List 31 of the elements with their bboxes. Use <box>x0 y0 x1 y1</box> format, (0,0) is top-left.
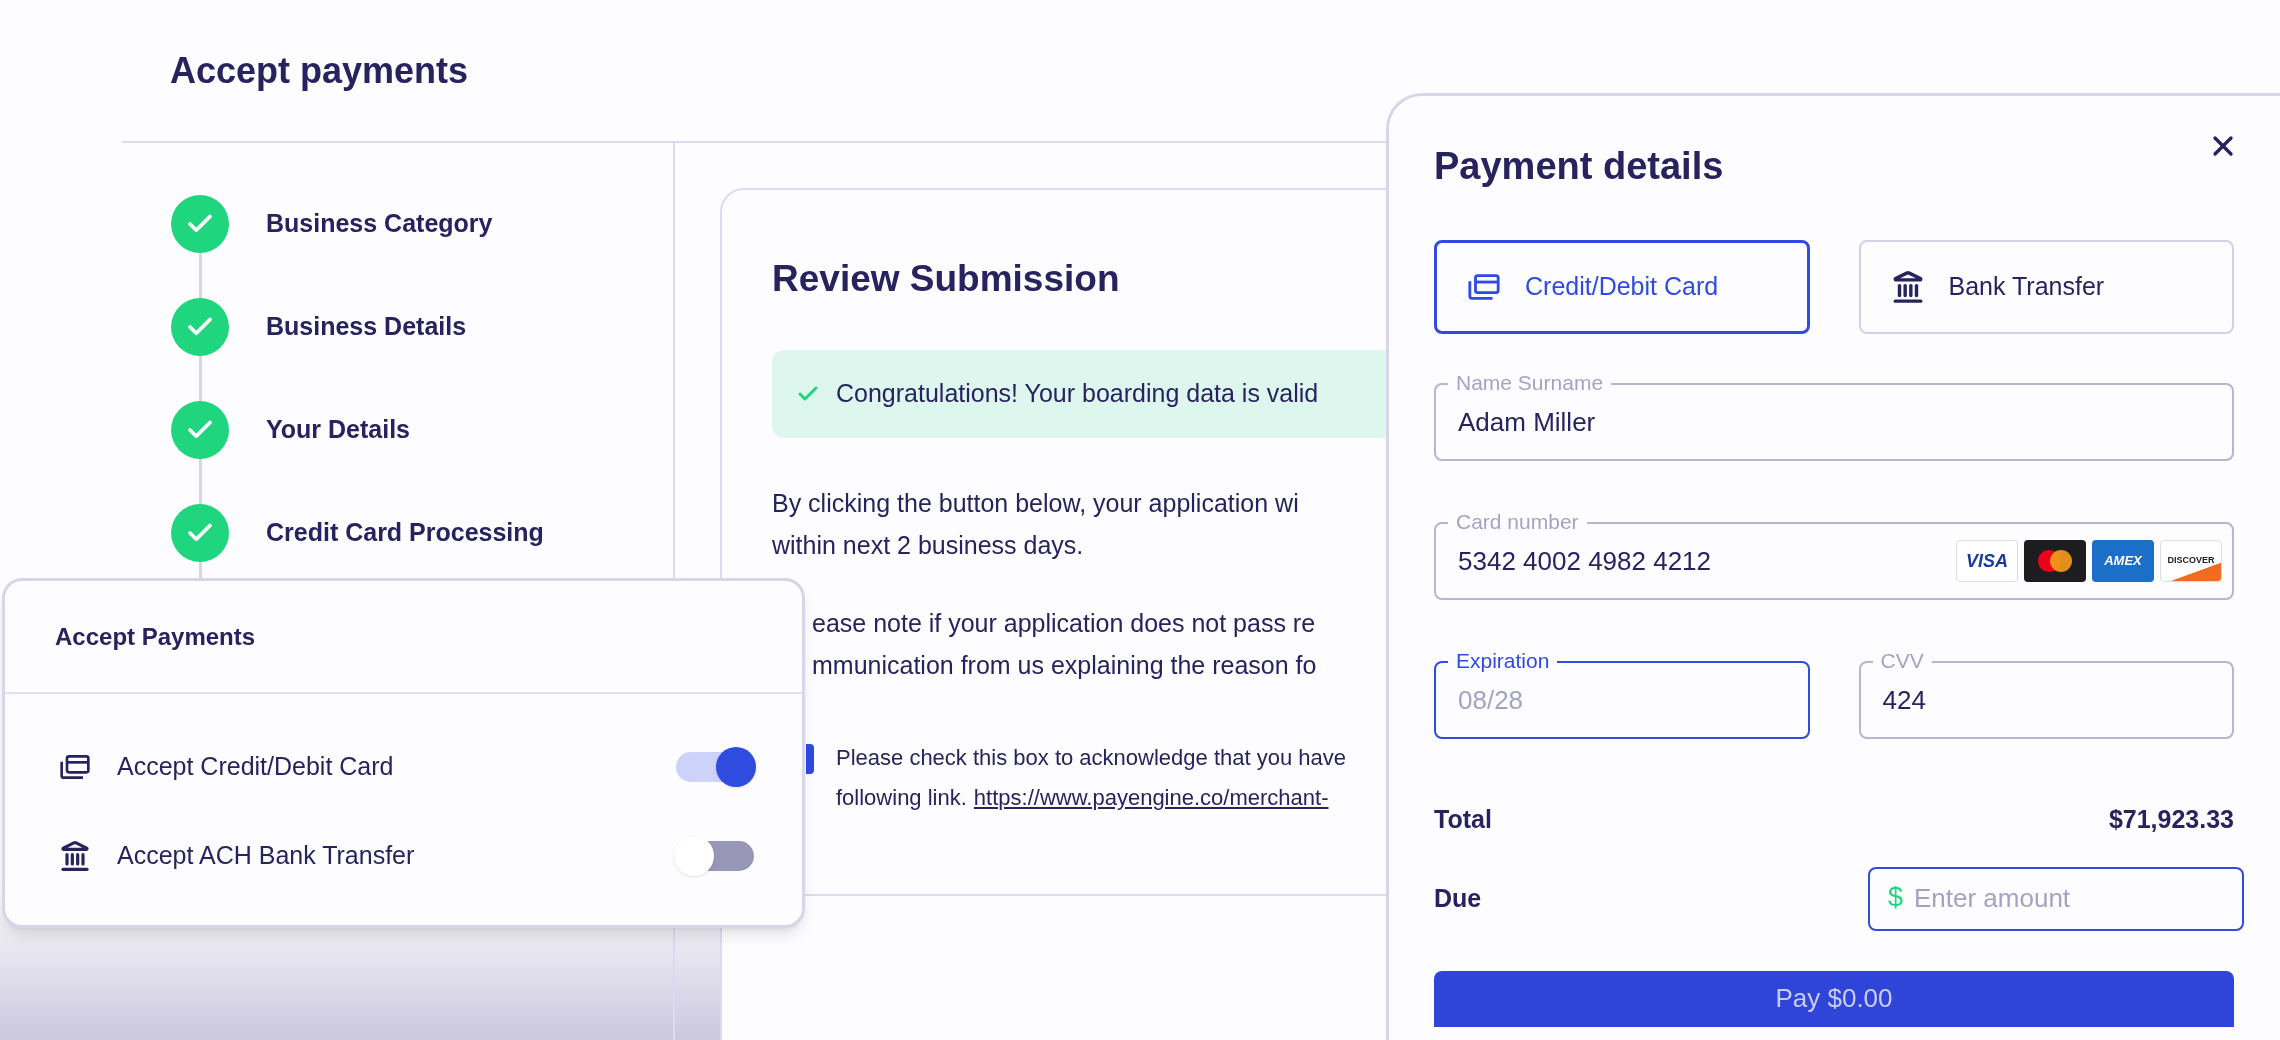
option-label: Accept Credit/Debit Card <box>117 750 395 782</box>
step-label[interactable]: Business Category <box>266 195 493 253</box>
currency-symbol: $ <box>1888 880 1904 914</box>
acknowledge-text: following link. <box>836 783 967 812</box>
total-label: Total <box>1434 804 1492 835</box>
paragraph-line: within next 2 business days. <box>772 529 1084 561</box>
step-label[interactable]: Business Details <box>266 298 467 356</box>
review-title: Review Submission <box>772 257 1120 301</box>
mastercard-logo <box>2024 540 2086 582</box>
amex-logo: AMEX <box>2092 540 2154 582</box>
option-label: Accept ACH Bank Transfer <box>117 839 416 871</box>
bank-icon <box>59 839 91 872</box>
discover-logo: DISCOVER <box>2160 540 2222 582</box>
paragraph-line: By clicking the button below, your application wi <box>772 487 1299 519</box>
paragraph-line: ease note if your application does not pass re <box>812 607 1316 639</box>
panel-title: Payment details <box>1434 144 1724 189</box>
step-label[interactable]: Your Details <box>266 401 411 459</box>
acknowledge-text: Please check this box to acknowledge that you have <box>836 743 1346 772</box>
step-label[interactable]: Credit Card Processing <box>266 504 544 562</box>
checkbox[interactable] <box>806 743 814 774</box>
total-amount: $71,923.33 <box>2108 804 2234 835</box>
due-label: Due <box>1434 882 1482 914</box>
visa-logo: VISA <box>1956 540 2018 582</box>
terms-link[interactable]: https://www.payengine.co/merchant- <box>973 777 1329 818</box>
card-title: Accept Payments <box>55 621 256 652</box>
pay-button[interactable]: Pay $0.00 <box>1434 970 2234 1027</box>
page-title: Accept payments <box>170 48 469 93</box>
alert-text: Congratulations! Your boarding data is valid <box>836 377 1319 409</box>
paragraph-line: mmunication from us explaining the reason fo <box>812 649 1317 681</box>
payment-method-tab[interactable]: Credit/Debit Card <box>1434 240 1810 334</box>
payment-method-tab[interactable]: Bank Transfer <box>1858 240 2234 334</box>
